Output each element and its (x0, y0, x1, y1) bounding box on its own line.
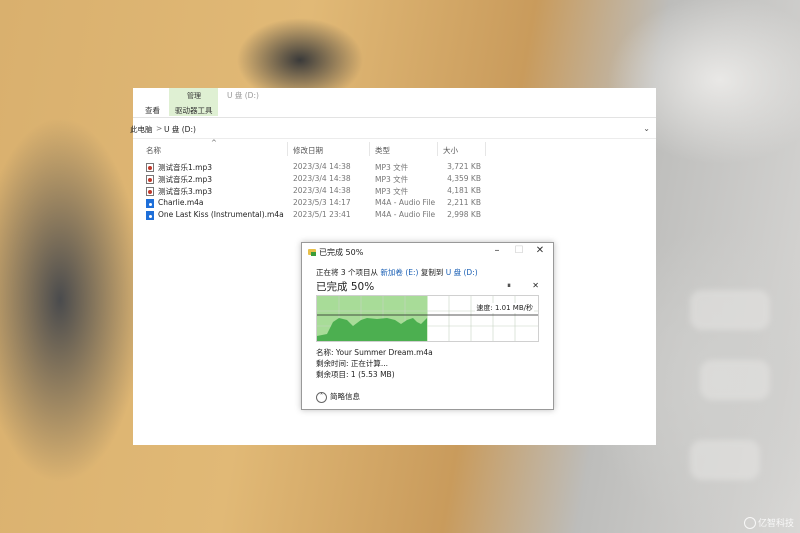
ribbon-divider (133, 117, 656, 118)
background-key (700, 360, 770, 400)
file-name: One Last Kiss (Instrumental).m4a (158, 210, 284, 219)
breadcrumb-root[interactable]: 此电脑 (130, 124, 153, 135)
cancel-icon[interactable]: ✕ (532, 281, 539, 290)
file-type: MP3 文件 (375, 163, 409, 172)
window-title: U 盘 (D:) (227, 91, 259, 100)
watermark-text: 亿智科技 (757, 518, 794, 529)
file-date: 2023/5/3 14:17 (293, 198, 351, 207)
tab-view[interactable]: 查看 (145, 105, 160, 116)
file-size: 2,211 KB (447, 198, 481, 207)
destination-link[interactable]: U 盘 (D:) (446, 268, 478, 277)
transfer-speed-graph: 速度: 1.01 MB/秒 (316, 295, 539, 342)
column-header-size[interactable]: 大小 (443, 145, 458, 156)
file-name: Charlie.m4a (158, 198, 204, 207)
progress-percent-text: 已完成 50% (316, 281, 375, 293)
column-divider[interactable] (485, 142, 486, 156)
background-key (690, 290, 770, 330)
mp3-file-icon (146, 187, 154, 196)
file-name: 测试音乐3.mp3 (158, 187, 212, 196)
fewer-details-button[interactable]: ˄ 简略信息 (316, 391, 360, 403)
speed-readout: 速度: 1.01 MB/秒 (475, 303, 534, 313)
mp3-file-icon (146, 175, 154, 184)
column-divider[interactable] (369, 142, 370, 156)
tab-drive-tools[interactable]: 驱动器工具 (175, 105, 213, 116)
file-size: 3,721 KB (447, 162, 481, 171)
file-size: 4,181 KB (447, 186, 481, 195)
chevron-down-icon[interactable]: ⌄ (643, 124, 650, 133)
mp3-file-icon (146, 163, 154, 172)
minimize-icon[interactable]: – (487, 244, 507, 258)
copy-folder-icon (308, 249, 316, 256)
items-remaining: 剩余项目: 1 (5.53 MB) (316, 370, 395, 379)
file-type: M4A - Audio File (375, 198, 436, 207)
file-row[interactable]: 测试音乐1.mp3 2023/3/4 14:38 MP3 文件 3,721 KB (145, 161, 485, 173)
sort-ascending-icon: ^ (211, 139, 217, 147)
breadcrumb-current[interactable]: U 盘 (D:) (164, 124, 196, 135)
watermark: 亿智科技 (743, 516, 794, 529)
file-type: MP3 文件 (375, 187, 409, 196)
background-key (690, 440, 760, 480)
file-row[interactable]: Charlie.m4a 2023/5/3 14:17 M4A - Audio F… (145, 197, 485, 209)
file-date: 2023/3/4 14:38 (293, 174, 351, 183)
file-name: 测试音乐2.mp3 (158, 175, 212, 184)
close-icon[interactable]: ✕ (530, 244, 550, 258)
current-file-name: 名称: Your Summer Dream.m4a (316, 348, 433, 357)
watermark-logo-icon (743, 517, 756, 529)
file-row[interactable]: 测试音乐3.mp3 2023/3/4 14:38 MP3 文件 4,181 KB (145, 185, 485, 197)
copy-description-prefix: 正在将 3 个项目从 (316, 268, 381, 277)
file-size: 2,998 KB (447, 210, 481, 219)
fewer-details-label: 简略信息 (330, 392, 360, 401)
file-name: 测试音乐1.mp3 (158, 163, 212, 172)
file-row[interactable]: 测试音乐2.mp3 2023/3/4 14:38 MP3 文件 4,359 KB (145, 173, 485, 185)
file-type: M4A - Audio File (375, 210, 436, 219)
file-type: MP3 文件 (375, 175, 409, 184)
file-row[interactable]: One Last Kiss (Instrumental).m4a 2023/5/… (145, 209, 485, 221)
column-divider[interactable] (287, 142, 288, 156)
file-date: 2023/3/4 14:38 (293, 162, 351, 171)
copy-description-mid: 复制到 (418, 268, 446, 277)
column-header-name[interactable]: 名称 (146, 145, 161, 156)
maximize-icon: ☐ (514, 245, 524, 256)
file-date: 2023/5/1 23:41 (293, 210, 351, 219)
source-link[interactable]: 新加卷 (E:) (380, 268, 418, 277)
m4a-file-icon (146, 211, 154, 220)
file-date: 2023/3/4 14:38 (293, 186, 351, 195)
breadcrumb-separator: > (156, 124, 163, 133)
copy-description: 正在将 3 个项目从 新加卷 (E:) 复制到 U 盘 (D:) (316, 267, 478, 278)
m4a-file-icon (146, 199, 154, 208)
ribbon-context-label[interactable]: 管理 (187, 91, 201, 101)
column-header-date[interactable]: 修改日期 (293, 145, 323, 156)
dialog-title: 已完成 50% (319, 248, 364, 257)
file-size: 4,359 KB (447, 174, 481, 183)
column-header-type[interactable]: 类型 (375, 145, 390, 156)
pause-icon[interactable]: ⏸ (507, 281, 511, 291)
address-bar[interactable]: 此电脑 > U 盘 (D:) ⌄ (130, 122, 656, 139)
copy-progress-dialog: 已完成 50% – ☐ ✕ 正在将 3 个项目从 新加卷 (E:) 复制到 U … (301, 242, 554, 410)
time-remaining: 剩余时间: 正在计算... (316, 359, 389, 368)
column-divider[interactable] (437, 142, 438, 156)
chevron-up-icon: ˄ (316, 391, 327, 403)
